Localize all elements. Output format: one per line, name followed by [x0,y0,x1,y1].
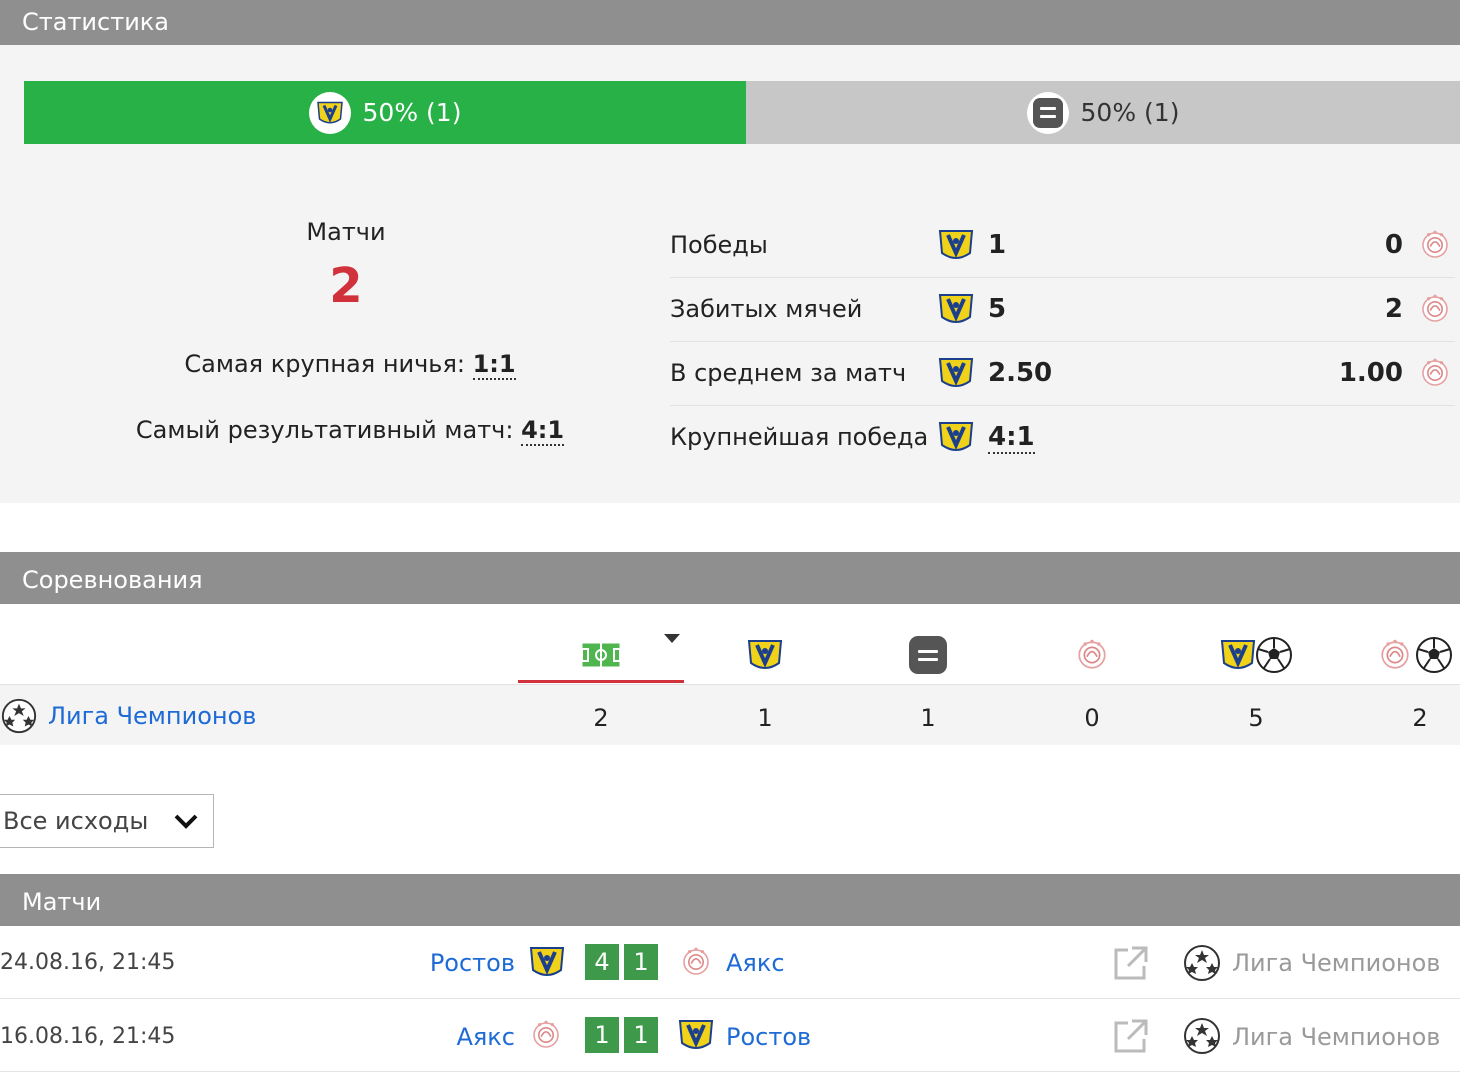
stat-label: В среднем за матч [670,359,907,387]
stat-home-value: 5 [988,294,1007,324]
statistics-header: Статистика [0,0,1460,45]
stat-home-value: 1 [988,230,1007,260]
competition-home-goals-value: 5 [1248,704,1264,732]
match-home-team[interactable]: Аякс [456,999,515,1075]
champions-league-icon [0,697,38,735]
external-link-icon[interactable] [1112,944,1150,982]
rostov-crest-icon [308,91,351,134]
ajax-crest-icon [1419,229,1451,261]
top-scoring-match: Самый результативный матч: 4:1 [100,416,600,446]
ajax-crest-icon [530,1019,562,1051]
draw-icon [1026,91,1069,134]
match-home-score[interactable]: 4 [585,944,619,980]
match-away-team[interactable]: Ростов [726,999,811,1075]
competition-link[interactable]: Лига Чемпионов [48,702,256,730]
competitions-header: Соревнования [0,552,1460,604]
match-home-score[interactable]: 1 [585,1017,619,1053]
statistics-title: Статистика [22,8,169,36]
competition-draws-value: 1 [920,704,936,732]
stat-row-average: В среднем за матч 2.50 1.00 [670,341,1455,406]
column-matches[interactable] [518,630,684,683]
column-draws[interactable] [898,630,958,680]
column-home-goals[interactable] [1208,630,1304,680]
ajax-crest-icon [1075,638,1109,672]
champions-league-icon [1182,943,1222,983]
top-scoring-value[interactable]: 4:1 [521,416,565,446]
home-win-bar: 50% (1) [24,81,746,144]
stat-home-value[interactable]: 4:1 [988,422,1035,454]
match-row[interactable]: 16.08.16, 21:45 Аякс 1 1 Ростов Лига Чем… [0,999,1460,1072]
home-win-label: 50% (1) [362,98,462,127]
competition-home-wins-value: 1 [757,704,773,732]
rostov-crest-icon [527,942,567,982]
sort-desc-icon [664,634,680,643]
matches-title: Матчи [22,888,102,916]
stat-row-goals: Забитых мячей 5 2 [670,277,1455,342]
rostov-crest-icon [676,1015,716,1055]
match-row[interactable]: 24.08.16, 21:45 Ростов 4 1 Аякс Лига Чем… [0,926,1460,999]
chevron-down-icon [174,814,198,829]
biggest-draw-label: Самая крупная ничья: [184,350,465,378]
draw-icon [909,636,947,674]
match-away-score[interactable]: 1 [624,944,658,980]
match-competition[interactable]: Лига Чемпионов [1232,926,1440,1000]
ajax-crest-icon [680,946,712,978]
rostov-crest-icon [1218,635,1258,675]
matches-header: Матчи [0,874,1460,926]
stat-away-value: 0 [1384,230,1403,260]
stat-row-wins: Победы 1 0 [670,213,1455,278]
rostov-crest-icon [745,635,785,675]
competition-matches-value: 2 [593,704,609,732]
top-scoring-label: Самый результативный матч: [135,416,514,444]
ajax-crest-icon [1419,357,1451,389]
soccer-ball-icon [1414,635,1454,675]
match-date: 24.08.16, 21:45 [0,950,176,975]
champions-league-icon [1182,1016,1222,1056]
soccer-ball-icon [1254,635,1294,675]
column-away-wins[interactable] [1062,630,1122,680]
rostov-crest-icon [936,353,976,393]
column-away-goals[interactable] [1378,630,1460,680]
stat-home-value: 2.50 [988,358,1053,388]
competition-away-goals-value: 2 [1412,704,1428,732]
outcome-filter-value: Все исходы [3,807,149,835]
matches-label: Матчи [306,218,386,246]
stat-label: Победы [670,231,768,259]
stat-away-value: 1.00 [1338,358,1403,388]
match-date: 16.08.16, 21:45 [0,1024,176,1049]
match-away-team[interactable]: Аякс [726,926,785,1000]
ajax-crest-icon [1419,293,1451,325]
competition-name-cell[interactable]: Лига Чемпионов [0,697,256,735]
ajax-crest-icon [1378,638,1412,672]
rostov-crest-icon [936,417,976,457]
match-home-team[interactable]: Ростов [430,926,515,1000]
rostov-crest-icon [936,289,976,329]
match-away-score[interactable]: 1 [624,1017,658,1053]
rostov-crest-icon [936,225,976,265]
stat-label: Крупнейшая победа [670,423,929,451]
stat-row-biggest-win: Крупнейшая победа 4:1 [670,405,1455,469]
outcome-filter-select[interactable]: Все исходы [0,794,214,848]
competition-away-wins-value: 0 [1084,704,1100,732]
match-competition[interactable]: Лига Чемпионов [1232,999,1440,1075]
column-home-wins[interactable] [735,630,795,680]
biggest-draw: Самая крупная ничья: 1:1 [100,350,600,380]
biggest-draw-value[interactable]: 1:1 [472,350,516,380]
draw-bar: 50% (1) [746,81,1460,144]
field-icon [581,642,621,668]
matches-count: 2 [329,258,363,314]
external-link-icon[interactable] [1112,1017,1150,1055]
competitions-title: Соревнования [22,566,203,594]
draw-label: 50% (1) [1080,98,1180,127]
stat-away-value: 2 [1384,294,1403,324]
stat-label: Забитых мячей [670,295,863,323]
